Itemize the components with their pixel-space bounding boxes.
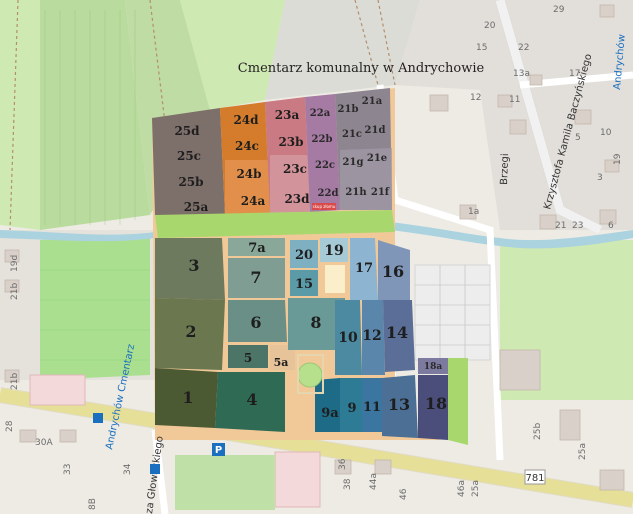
section-label: 21a <box>362 96 383 107</box>
section-label: 19 <box>324 243 343 259</box>
house-number: 29 <box>553 5 565 15</box>
house-number: 21b <box>10 373 20 390</box>
section-label: 20 <box>295 248 313 263</box>
house-number: 3 <box>597 173 603 183</box>
house-number: 20 <box>484 21 496 31</box>
bus-stop-icon[interactable] <box>93 413 103 423</box>
house-number: 46a <box>457 480 467 497</box>
section-label: 22b <box>312 134 333 145</box>
section-label: 7 <box>250 268 261 287</box>
house-number: 21 <box>555 221 566 231</box>
house-number: 30A <box>35 438 53 448</box>
section-label: 4 <box>246 390 257 409</box>
house-number: 8B <box>88 498 98 510</box>
section-label: 24b <box>236 167 261 181</box>
section-label: 1 <box>182 388 193 407</box>
house-number: 1a <box>468 207 479 217</box>
section-label: 5a <box>274 356 289 369</box>
house-number: 19d <box>10 255 20 272</box>
section-label: 11 <box>363 400 381 415</box>
central-circle <box>297 362 323 388</box>
section-label: 3 <box>188 256 199 275</box>
house-number: 12 <box>470 93 481 103</box>
section-label: 9a <box>321 406 339 421</box>
section-label: 21c <box>342 129 362 140</box>
section-label: 17 <box>355 261 373 276</box>
section-label: 21e <box>367 153 387 164</box>
red-sign-label: skup złomu <box>313 204 336 209</box>
section-label: 6 <box>250 313 261 332</box>
house-number: 25a <box>578 443 588 460</box>
section-label: 21h <box>345 187 367 198</box>
bus-stop-icon-2[interactable] <box>150 464 160 474</box>
green-lot <box>175 455 275 510</box>
house-number: 17 <box>569 69 580 79</box>
section-9a[interactable] <box>315 378 340 432</box>
house-number: 25a <box>471 480 481 497</box>
section-label: 18 <box>425 394 447 413</box>
house-number: 38 <box>343 478 353 490</box>
section-label: 15 <box>295 277 313 292</box>
house-number: 5 <box>575 133 581 143</box>
section-label: 24d <box>233 113 259 127</box>
house-number: 44a <box>369 473 379 490</box>
section-label: 2 <box>185 322 196 341</box>
green-strip-right <box>448 358 468 445</box>
house-number: 46 <box>399 488 409 500</box>
section-label: 25d <box>174 124 200 138</box>
section-label: 21b <box>338 104 359 115</box>
house-number: 13a <box>513 69 530 79</box>
parking-symbol: P <box>215 445 222 456</box>
section-label: 23a <box>275 108 300 122</box>
house-number: 34 <box>123 463 133 475</box>
house-number: 28 <box>5 420 15 432</box>
chapel-area <box>325 265 345 293</box>
section-label: 23c <box>283 162 307 176</box>
section-label: 22a <box>310 108 331 119</box>
section-label: 23b <box>278 135 303 149</box>
section-label: 21g <box>343 157 364 168</box>
section-label: 10 <box>338 330 358 346</box>
section-label: 21d <box>365 125 386 136</box>
section-label: 23d <box>284 192 310 206</box>
section-label: 18a <box>424 362 443 372</box>
field-left <box>0 0 40 230</box>
brzegi-label: Brzegi <box>499 153 511 185</box>
house-number: 10 <box>600 128 612 138</box>
section-label: 7a <box>248 241 266 256</box>
section-label: 25a <box>184 200 209 214</box>
section-label: 21f <box>371 187 390 198</box>
house-number: 36 <box>338 458 348 470</box>
house-number: 22 <box>518 43 529 53</box>
section-label: 13 <box>388 395 410 414</box>
pink-building <box>29 374 86 406</box>
house-number: 19 <box>613 153 623 165</box>
house-number: 23 <box>572 221 583 231</box>
section-label: 12 <box>362 328 381 344</box>
parking-lot <box>414 264 491 361</box>
section-label: 5 <box>244 351 252 365</box>
section-label: 8 <box>310 313 321 332</box>
house-number: 15 <box>476 43 487 53</box>
house-number: 6 <box>608 221 614 231</box>
section-label: 9 <box>347 401 356 416</box>
pink-building-2 <box>274 451 321 508</box>
section-label: 14 <box>386 323 408 342</box>
cemetery-map[interactable]: Cmentarz komunalny w Andrychowie Krzyszt… <box>0 0 633 514</box>
section-label: 16 <box>382 262 404 281</box>
section-label: 22d <box>318 188 339 199</box>
house-number: 25b <box>533 423 543 440</box>
route-number: 781 <box>525 473 544 484</box>
house-number: 33 <box>63 464 73 475</box>
section-label: 25b <box>178 175 203 189</box>
map-title: Cmentarz komunalny w Andrychowie <box>238 61 485 76</box>
section-label: 24a <box>241 194 266 208</box>
section-label: 25c <box>177 149 201 163</box>
house-number: 11 <box>509 95 520 105</box>
section-label: 24c <box>235 139 259 153</box>
house-number: 21b <box>10 283 20 300</box>
section-label: 22c <box>315 160 335 171</box>
